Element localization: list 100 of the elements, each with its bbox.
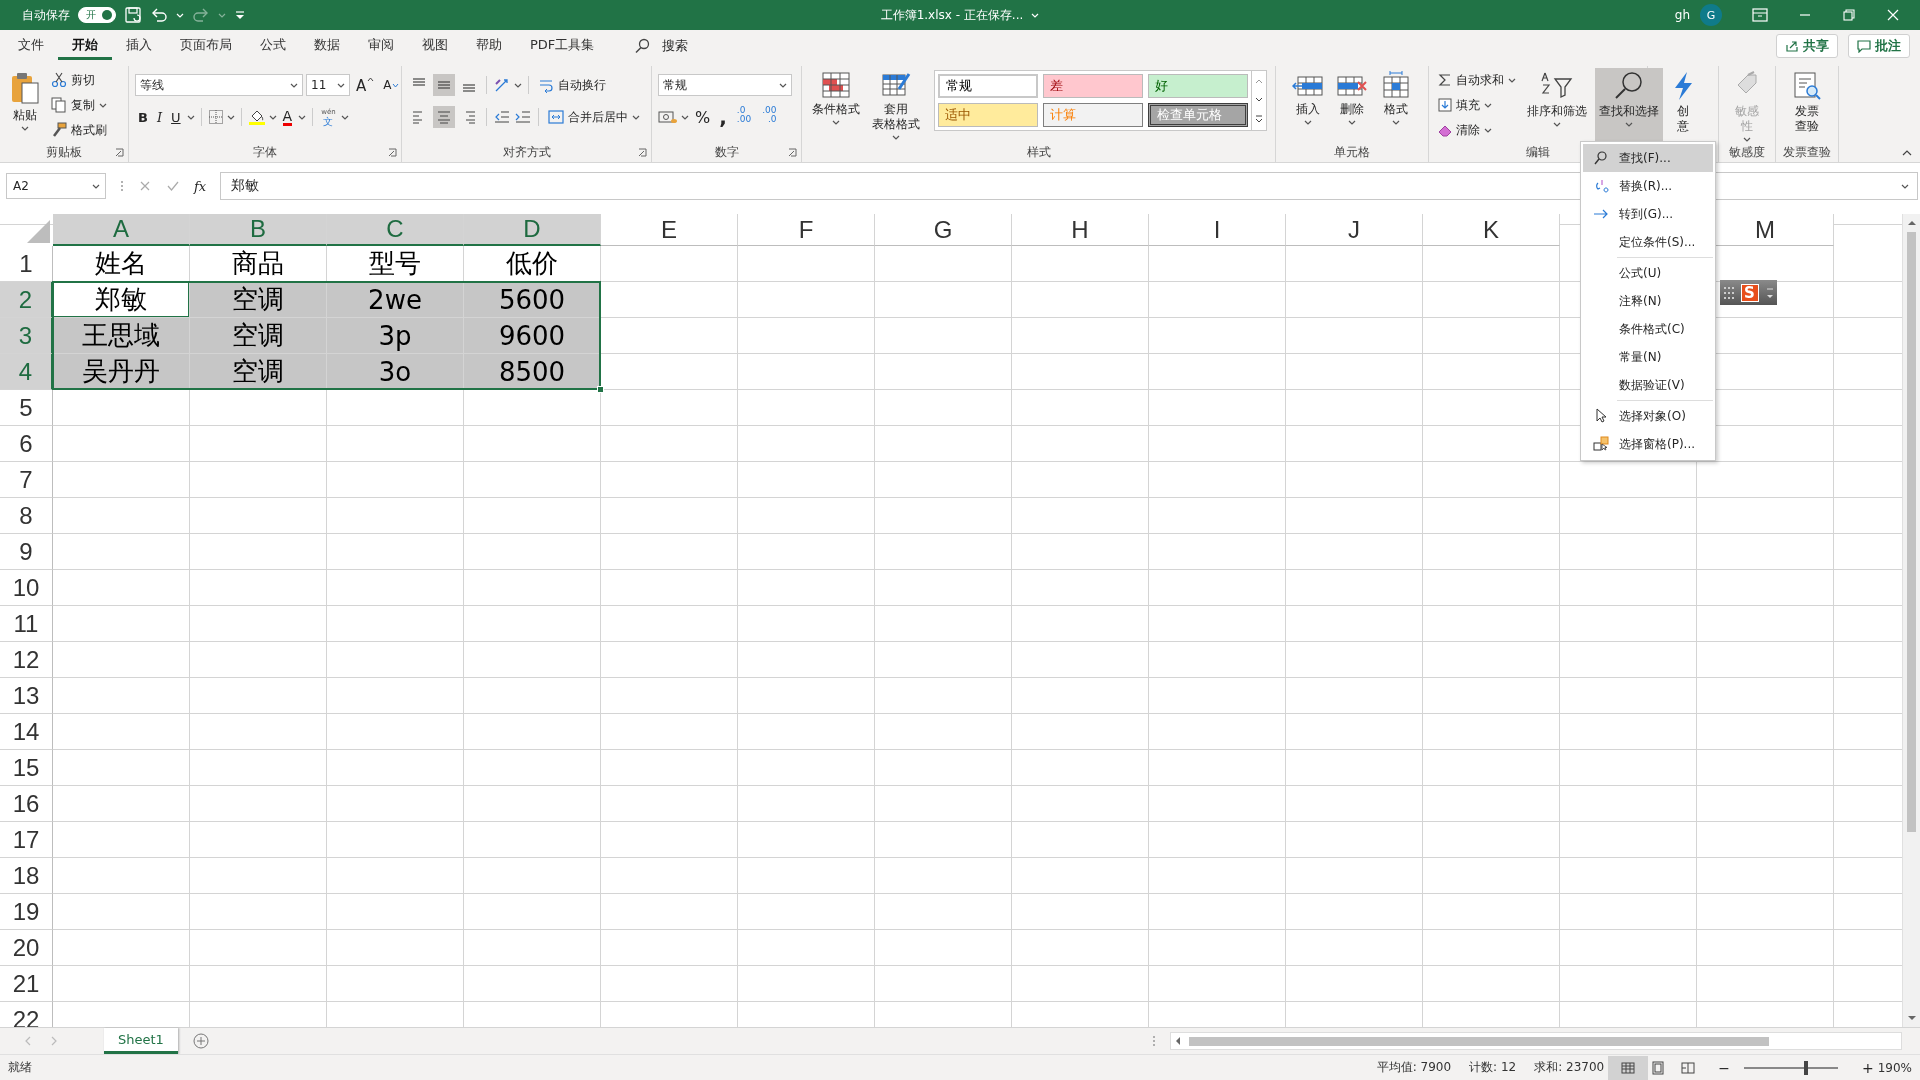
sort-filter-button[interactable]: 排序和筛选 <box>1523 68 1591 142</box>
decrease-decimal-button[interactable]: .00 .0 <box>758 106 781 128</box>
table-cell[interactable]: 2we <box>327 282 464 318</box>
scroll-thumb[interactable] <box>1907 232 1916 832</box>
format-cells-button[interactable]: 格式 <box>1376 68 1416 142</box>
format-painter-button[interactable]: 格式刷 <box>48 118 110 142</box>
vertical-scrollbar[interactable] <box>1902 214 1920 1027</box>
avatar[interactable]: G <box>1700 4 1722 26</box>
menu-caret-icon[interactable] <box>1765 286 1774 299</box>
dialog-launcher-icon[interactable] <box>788 147 797 157</box>
scroll-thumb[interactable] <box>1189 1036 1769 1046</box>
table-cell[interactable]: 空调 <box>190 318 327 354</box>
ribbon-tab[interactable]: 数据 <box>300 32 354 60</box>
ribbon-tab[interactable]: 公式 <box>246 32 300 60</box>
menu-item[interactable]: 注释(N) <box>1583 287 1713 315</box>
row-header[interactable]: 2 <box>0 282 53 318</box>
table-cell[interactable]: 9600 <box>464 318 601 354</box>
menu-item[interactable]: 条件格式(C) <box>1583 315 1713 343</box>
split-handle-icon[interactable] <box>1152 1035 1156 1047</box>
format-table-button[interactable]: 套用 表格格式 <box>868 68 924 142</box>
ribbon-tab[interactable]: 帮助 <box>462 32 516 60</box>
ideas-button[interactable]: 创 意 <box>1666 68 1700 142</box>
table-cell[interactable]: 空调 <box>190 354 327 390</box>
column-header[interactable]: B <box>190 214 327 246</box>
decrease-font-button[interactable]: A <box>380 74 403 96</box>
table-cell[interactable]: 王思域 <box>53 318 190 354</box>
fill-color-icon[interactable] <box>247 108 266 126</box>
customize-icon[interactable] <box>234 9 246 21</box>
increase-decimal-button[interactable]: .0 .00 <box>732 106 756 128</box>
search-button[interactable]: 搜索 <box>618 37 705 55</box>
sheet-tab[interactable]: Sheet1 <box>104 1028 178 1054</box>
insert-function-button[interactable]: fx <box>194 178 207 194</box>
share-button[interactable]: 共享 <box>1776 34 1838 58</box>
ime-toolbar[interactable]: S <box>1720 280 1777 305</box>
table-cell[interactable]: 姓名 <box>53 246 190 282</box>
restore-icon[interactable] <box>1842 8 1856 22</box>
dialog-launcher-icon[interactable] <box>115 147 124 157</box>
add-sheet-icon[interactable] <box>191 1032 210 1050</box>
normal-view-icon[interactable] <box>1608 1055 1649 1080</box>
menu-item[interactable]: 查找(F)... <box>1583 144 1713 172</box>
copy-button[interactable]: 复制 <box>48 93 110 117</box>
table-cell[interactable]: 郑敏 <box>53 282 190 318</box>
menu-item[interactable]: 选择对象(O) <box>1583 402 1713 430</box>
number-format-dropdown[interactable]: 常规 <box>658 74 792 96</box>
menu-item[interactable]: 数据验证(V) <box>1583 371 1713 399</box>
cell-style-item[interactable]: 差 <box>1043 74 1143 98</box>
menu-item[interactable]: 替换(R)... <box>1583 172 1713 200</box>
cell-style-item[interactable]: 常规 <box>938 74 1038 98</box>
borders-icon[interactable] <box>207 109 224 125</box>
table-cell[interactable]: 8500 <box>464 354 601 390</box>
ribbon-tab[interactable]: 页面布局 <box>166 32 246 60</box>
slider-thumb[interactable] <box>1804 1060 1809 1075</box>
horizontal-align-icon[interactable] <box>433 106 455 128</box>
zoom-in-button[interactable]: + <box>1861 1059 1874 1076</box>
menu-item[interactable]: 常量(N) <box>1583 343 1713 371</box>
decrease-indent-icon[interactable] <box>493 108 511 126</box>
increase-font-button[interactable]: A <box>353 74 378 96</box>
dialog-launcher-icon[interactable] <box>638 147 647 157</box>
vertical-align-icon[interactable] <box>433 74 455 96</box>
ribbon-tab[interactable]: PDF工具集 <box>516 32 609 60</box>
zoom-out-button[interactable]: − <box>1718 1059 1730 1076</box>
name-box[interactable]: A2 <box>6 173 106 199</box>
autosum-button[interactable]: 自动求和 <box>1435 68 1519 92</box>
table-cell[interactable]: 5600 <box>464 282 601 318</box>
cell-style-item[interactable]: 适中 <box>938 103 1038 127</box>
column-header[interactable]: A <box>53 214 190 246</box>
save-icon[interactable] <box>124 6 142 24</box>
comments-button[interactable]: 批注 <box>1848 34 1910 58</box>
table-cell[interactable]: 3o <box>327 354 464 390</box>
ribbon-tab[interactable]: 审阅 <box>354 32 408 60</box>
paste-button[interactable]: 粘贴 <box>6 68 44 142</box>
ribbon-tab[interactable]: 插入 <box>112 32 166 60</box>
underline-button[interactable]: U <box>168 106 184 128</box>
collapse-ribbon-icon[interactable] <box>1902 149 1912 156</box>
column-header[interactable]: D <box>464 214 601 246</box>
table-cell[interactable]: 空调 <box>190 282 327 318</box>
close-icon[interactable] <box>1886 8 1900 22</box>
conditional-format-button[interactable]: 条件格式 <box>808 68 864 142</box>
increase-indent-icon[interactable] <box>514 108 532 126</box>
dialog-launcher-icon[interactable] <box>388 147 397 157</box>
font-color-button[interactable]: A <box>279 106 296 128</box>
ribbon-display-icon[interactable] <box>1752 8 1768 22</box>
bold-button[interactable]: B <box>135 106 151 128</box>
table-cell[interactable]: 低价 <box>464 246 601 282</box>
row-header[interactable]: 3 <box>0 318 53 354</box>
comma-style-button[interactable]: , <box>716 106 730 128</box>
clear-button[interactable]: 清除 <box>1435 118 1519 142</box>
horizontal-scrollbar[interactable] <box>1170 1032 1902 1050</box>
ribbon-tab[interactable]: 文件 <box>4 32 58 60</box>
undo-icon[interactable] <box>150 6 168 24</box>
ribbon-tab[interactable]: 视图 <box>408 32 462 60</box>
table-cell[interactable]: 吴丹丹 <box>53 354 190 390</box>
delete-cells-button[interactable]: 删除 <box>1332 68 1372 142</box>
wrap-text-button[interactable]: 自动换行 <box>535 73 609 97</box>
orientation-icon[interactable] <box>493 76 511 94</box>
font-size-dropdown[interactable]: 11 <box>306 74 350 96</box>
fill-button[interactable]: 填充 <box>1435 93 1519 117</box>
cancel-icon[interactable] <box>138 179 152 193</box>
table-cell[interactable]: 商品 <box>190 246 327 282</box>
find-select-button[interactable]: 查找和选择 <box>1595 68 1663 142</box>
